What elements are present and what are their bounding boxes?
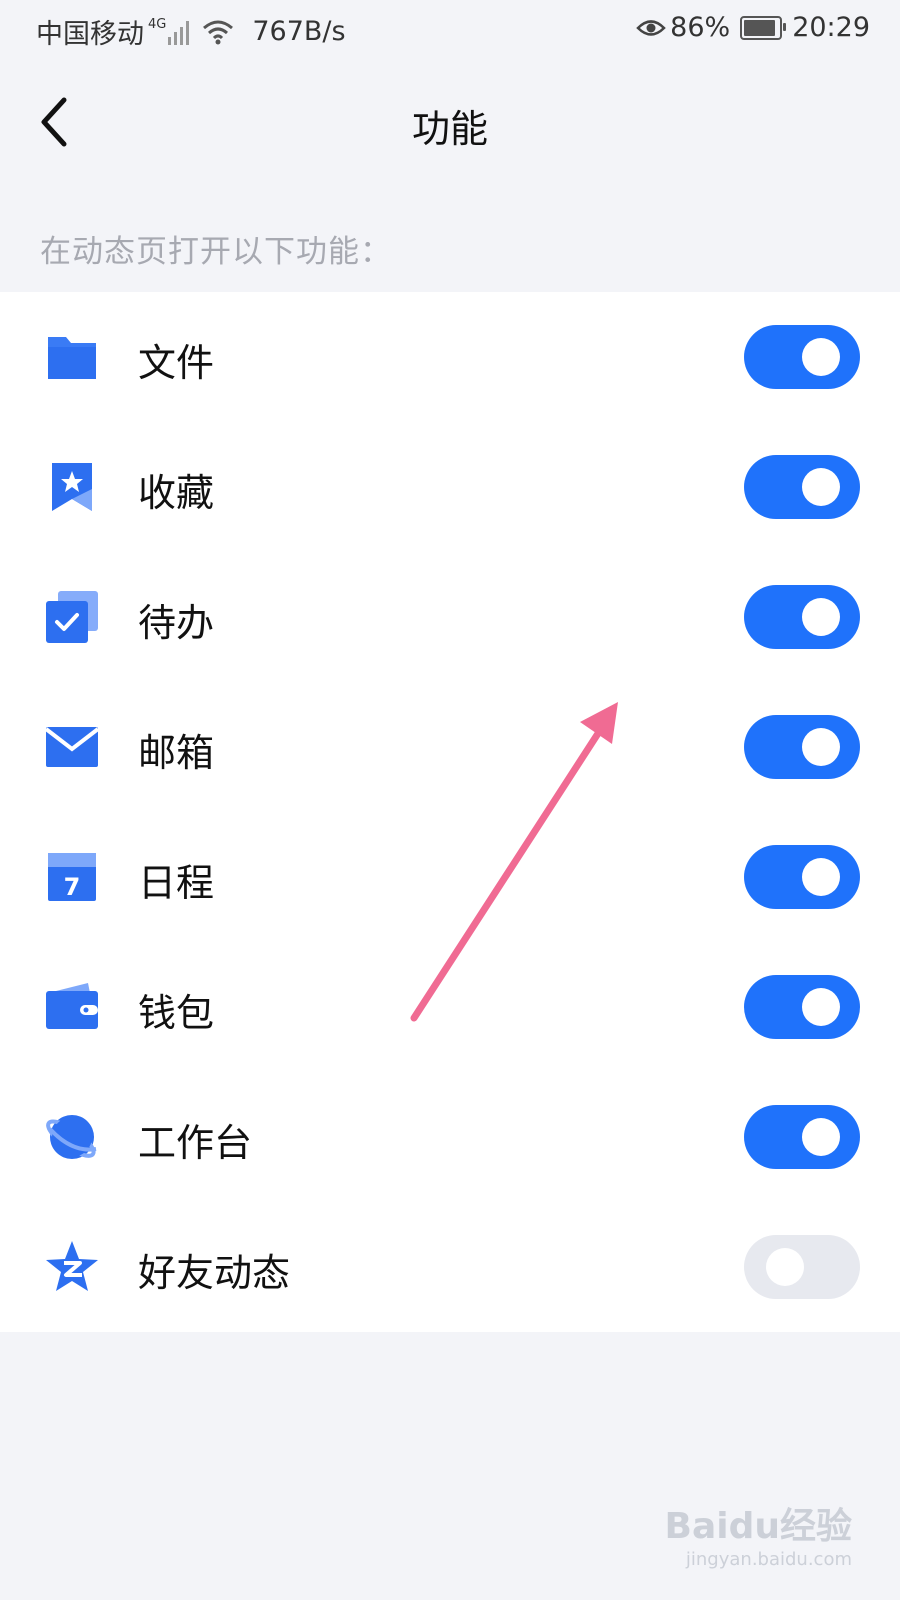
folder-icon: [48, 337, 96, 379]
battery-percent: 86%: [670, 12, 731, 43]
nav-header: 功能: [0, 64, 900, 184]
network-speed: 767B/s: [252, 16, 346, 47]
mail-icon: [44, 727, 100, 767]
watermark-url: jingyan.baidu.com: [685, 1549, 852, 1570]
toggle-calendar[interactable]: [744, 845, 860, 909]
list-item-calendar[interactable]: 7 日程: [0, 812, 900, 942]
list-item-friend-feed[interactable]: 好友动态: [0, 1202, 900, 1332]
list-item-label: 收藏: [138, 471, 215, 515]
eye-icon: [636, 19, 666, 36]
list-item-files[interactable]: 文件: [0, 292, 900, 422]
list-item-label: 文件: [138, 341, 215, 385]
list-item-favorites[interactable]: 收藏: [0, 422, 900, 552]
list-item-label: 钱包: [138, 991, 215, 1035]
watermark-logo: Baidu经验: [664, 1506, 852, 1547]
toggle-favorites[interactable]: [744, 455, 860, 519]
list-item-label: 好友动态: [138, 1251, 291, 1295]
page-title: 功能: [411, 107, 488, 151]
toggle-files[interactable]: [744, 325, 860, 389]
list-item-mail[interactable]: 邮箱: [0, 682, 900, 812]
carrier-name: 中国移动: [36, 19, 144, 50]
status-right: 86% 20:29: [636, 12, 870, 43]
list-item-workbench[interactable]: 工作台: [0, 1072, 900, 1202]
wifi-icon: [203, 20, 234, 44]
status-bar: 中国移动 4G 767B/s 86% 20:29: [0, 0, 900, 64]
calendar-icon: 7: [48, 853, 96, 901]
bookmark-star-icon: [52, 463, 92, 511]
planet-icon: [46, 1115, 97, 1159]
toggle-wallet[interactable]: [744, 975, 860, 1039]
watermark: Baidu经验 jingyan.baidu.com: [665, 1497, 852, 1570]
list-item-label: 工作台: [138, 1121, 253, 1165]
battery-icon: [740, 15, 787, 40]
qzone-star-icon: [46, 1241, 98, 1291]
svg-text:7: 7: [64, 873, 81, 901]
list-item-wallet[interactable]: 钱包: [0, 942, 900, 1072]
wallet-icon: [46, 983, 98, 1029]
list-item-todo[interactable]: 待办: [0, 552, 900, 682]
list-item-label: 待办: [138, 601, 215, 645]
list-item-label: 邮箱: [138, 731, 215, 775]
clock: 20:29: [792, 12, 870, 43]
section-label: 在动态页打开以下功能：: [40, 234, 392, 270]
toggle-todo[interactable]: [744, 585, 860, 649]
list-item-label: 日程: [138, 861, 215, 905]
feature-list: 文件 收藏 待办 邮箱 7 日程 钱包 工作台 好友动态: [0, 292, 900, 1332]
toggle-workbench[interactable]: [744, 1105, 860, 1169]
network-type: 4G: [148, 17, 167, 32]
status-left: 中国移动 4G 767B/s: [36, 12, 346, 51]
signal-icon: [168, 19, 192, 45]
toggle-mail[interactable]: [744, 715, 860, 779]
toggle-friend-feed[interactable]: [744, 1235, 860, 1299]
todo-check-icon: [46, 591, 98, 643]
